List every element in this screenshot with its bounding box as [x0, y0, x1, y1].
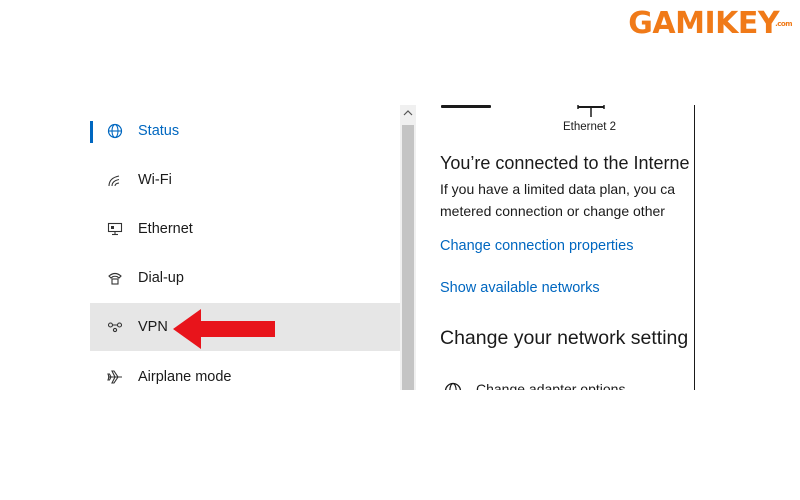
sidebar-item-label: VPN: [138, 319, 168, 335]
show-available-networks-link[interactable]: Show available networks: [440, 280, 600, 296]
scrollbar-thumb[interactable]: [402, 125, 414, 390]
connection-description-line1: If you have a limited data plan, you ca: [440, 181, 676, 197]
ethernet-icon: [106, 220, 124, 238]
scroll-up-icon[interactable]: [400, 105, 416, 121]
change-network-settings-heading: Change your network setting: [440, 327, 689, 349]
ethernet-adapter-label: Ethernet 2: [563, 121, 617, 133]
sidebar-item-label: Status: [138, 123, 180, 139]
active-indicator: [90, 121, 93, 143]
airplane-icon: [106, 368, 124, 386]
change-connection-properties-link[interactable]: Change connection properties: [440, 238, 633, 254]
adapter-globe-icon: [444, 382, 462, 390]
logo-suffix: .com: [775, 20, 792, 28]
status-content-pane: Ethernet 2 You’re connected to the Inter…: [416, 105, 694, 390]
connection-description-line2: metered connection or change other: [440, 203, 665, 219]
sidebar-item-wifi[interactable]: Wi-Fi: [90, 156, 400, 204]
sidebar-item-label: Wi-Fi: [138, 172, 172, 188]
globe-icon: [106, 122, 124, 140]
wifi-icon: [106, 171, 124, 189]
sidebar-item-ethernet[interactable]: Ethernet: [90, 205, 400, 253]
sidebar-item-label: Ethernet: [138, 221, 193, 237]
red-arrow-icon: [171, 306, 277, 357]
vpn-icon: [106, 318, 124, 336]
logo-text: GAMIKEY: [628, 6, 780, 41]
gamikey-logo: GAMIKEY.com: [628, 4, 792, 44]
content-pane-border: [694, 105, 695, 390]
phone-icon: [106, 269, 124, 287]
connection-status-title: You’re connected to the Interne: [440, 153, 690, 173]
sidebar-item-label: Airplane mode: [138, 369, 232, 385]
sidebar-scrollbar[interactable]: [400, 105, 416, 390]
sidebar-item-status[interactable]: Status: [90, 107, 400, 155]
sidebar-item-label: Dial-up: [138, 270, 184, 286]
sidebar-item-airplane[interactable]: Airplane mode: [90, 353, 400, 401]
sidebar-item-dialup[interactable]: Dial-up: [90, 254, 400, 302]
network-diagram-line: [441, 105, 491, 108]
change-adapter-options-link[interactable]: Change adapter options: [476, 381, 625, 390]
